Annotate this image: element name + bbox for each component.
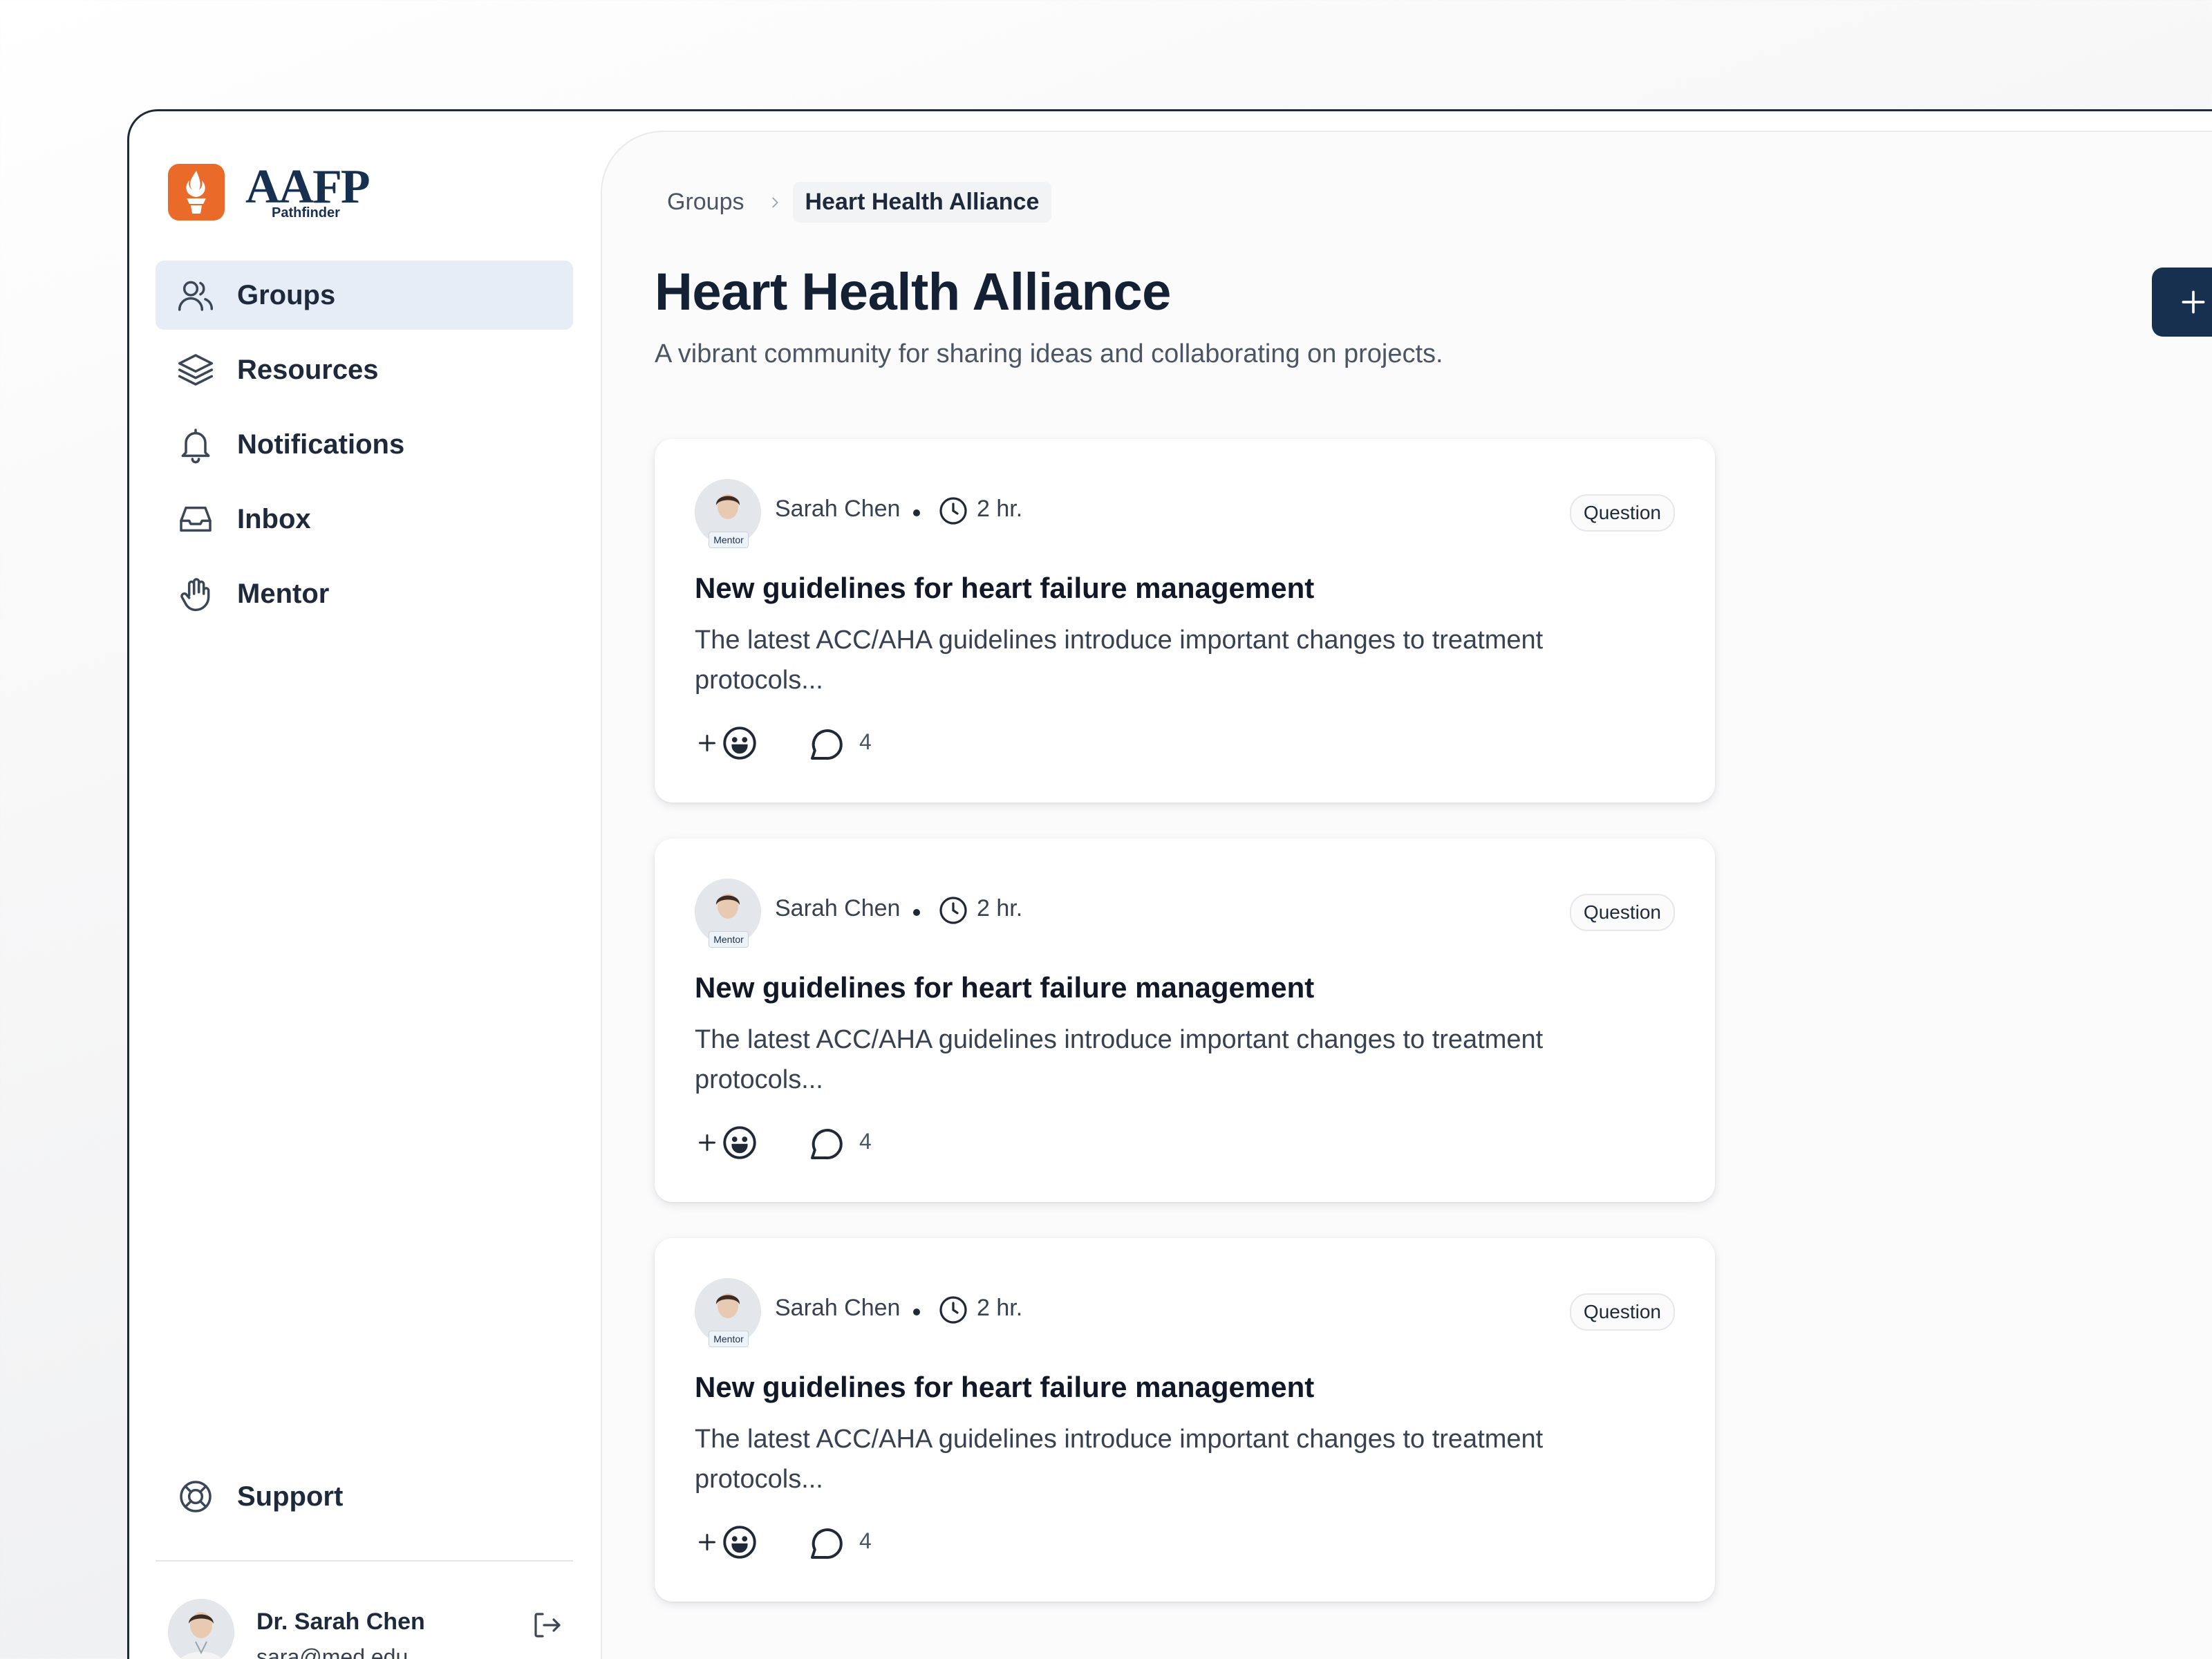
breadcrumb-groups-link[interactable]: Groups	[655, 182, 757, 223]
sidebar-item-label: Mentor	[237, 578, 330, 609]
post-author[interactable]: Sarah Chen	[775, 496, 900, 523]
clock-icon	[937, 1293, 970, 1327]
post-title[interactable]: New guidelines for heart failure managem…	[695, 971, 1314, 1004]
post-time: 2 hr.	[977, 895, 1023, 921]
post-author[interactable]: Sarah Chen	[775, 1295, 900, 1322]
lifebuoy-icon	[176, 1477, 215, 1516]
breadcrumb-current: Heart Health Alliance	[792, 182, 1052, 223]
torch-logo-icon	[168, 164, 225, 221]
sidebar-item-resources[interactable]: Resources	[156, 335, 573, 404]
user-email: sara@med.edu	[256, 1644, 409, 1659]
post-category-tag: Question	[1569, 494, 1675, 532]
plus-icon	[699, 735, 715, 751]
logout-icon[interactable]	[527, 1606, 566, 1644]
page-title: Heart Health Alliance	[655, 263, 1171, 321]
brand-logo[interactable]: AAFP Pathfinder	[168, 160, 371, 221]
add-reaction-button[interactable]	[695, 1122, 760, 1163]
sidebar-item-label: Resources	[237, 354, 379, 385]
clock-icon	[937, 894, 970, 927]
plus-icon	[699, 1134, 715, 1151]
smiley-icon	[723, 1126, 756, 1159]
post-excerpt: The latest ACC/AHA guidelines introduce …	[695, 626, 1544, 695]
sidebar-item-inbox[interactable]: Inbox	[156, 485, 573, 554]
post-title[interactable]: New guidelines for heart failure managem…	[695, 1371, 1314, 1404]
sidebar-item-label: Support	[237, 1481, 344, 1512]
add-reaction-button[interactable]	[695, 1521, 760, 1563]
post-card[interactable]: Mentor Sarah Chen 2 hr. Question New gui…	[655, 439, 1715, 803]
post-excerpt: The latest ACC/AHA guidelines introduce …	[695, 1025, 1544, 1094]
brand-subtitle: Pathfinder	[272, 205, 340, 221]
post-category-tag: Question	[1569, 894, 1675, 931]
comment-icon[interactable]	[805, 724, 847, 765]
comment-count: 4	[859, 1129, 872, 1154]
post-list: Mentor Sarah Chen 2 hr. Question New gui…	[655, 439, 1715, 1638]
comment-count: 4	[859, 729, 872, 754]
plus-icon	[699, 1534, 715, 1550]
chevron-right-icon	[767, 194, 783, 211]
post-author[interactable]: Sarah Chen	[775, 895, 900, 922]
comment-icon[interactable]	[805, 1123, 847, 1165]
hand-icon	[176, 574, 215, 613]
post-category-tag: Question	[1569, 1293, 1675, 1331]
post-excerpt: The latest ACC/AHA guidelines introduce …	[695, 1425, 1544, 1494]
main-content: Groups Heart Health Alliance Heart Healt…	[601, 131, 2212, 1659]
post-title[interactable]: New guidelines for heart failure managem…	[695, 572, 1314, 605]
comment-icon[interactable]	[805, 1523, 847, 1564]
mentor-badge: Mentor	[709, 931, 749, 948]
plus-icon	[2182, 290, 2205, 314]
comment-count: 4	[859, 1528, 872, 1553]
sidebar-item-notifications[interactable]: Notifications	[156, 410, 573, 479]
layers-icon	[176, 350, 215, 389]
sidebar: AAFP Pathfinder Groups Resources Notific…	[129, 111, 601, 1659]
smiley-icon	[723, 1526, 756, 1559]
sidebar-divider	[156, 1560, 573, 1562]
mentor-badge: Mentor	[709, 532, 749, 548]
bell-icon	[176, 425, 215, 464]
user-profile[interactable]: Dr. Sarah Chen sara@med.edu	[168, 1599, 569, 1659]
post-card[interactable]: Mentor Sarah Chen 2 hr. Question New gui…	[655, 838, 1715, 1202]
sidebar-item-label: Notifications	[237, 429, 405, 460]
add-post-button[interactable]	[2152, 268, 2212, 337]
sidebar-item-label: Groups	[237, 279, 336, 310]
page-description: A vibrant community for sharing ideas an…	[655, 339, 1443, 368]
sidebar-support: Support	[156, 1462, 573, 1537]
separator-dot	[913, 909, 920, 916]
inbox-icon	[176, 500, 215, 538]
clock-icon	[937, 494, 970, 527]
sidebar-item-label: Inbox	[237, 503, 311, 534]
separator-dot	[913, 1309, 920, 1315]
sidebar-item-groups[interactable]: Groups	[156, 261, 573, 330]
sidebar-nav: Groups Resources Notifications Inbox Men…	[156, 261, 573, 634]
post-time: 2 hr.	[977, 1295, 1023, 1321]
avatar	[168, 1599, 234, 1659]
smiley-icon	[723, 727, 756, 760]
separator-dot	[913, 509, 920, 516]
users-icon	[176, 276, 215, 315]
post-time: 2 hr.	[977, 496, 1023, 522]
add-reaction-button[interactable]	[695, 722, 760, 764]
breadcrumb: Groups Heart Health Alliance	[655, 182, 1052, 223]
post-card[interactable]: Mentor Sarah Chen 2 hr. Question New gui…	[655, 1238, 1715, 1602]
sidebar-item-support[interactable]: Support	[156, 1462, 573, 1531]
app-window: AAFP Pathfinder Groups Resources Notific…	[127, 109, 2212, 1659]
user-name: Dr. Sarah Chen	[256, 1609, 425, 1635]
sidebar-item-mentor[interactable]: Mentor	[156, 559, 573, 628]
mentor-badge: Mentor	[709, 1331, 749, 1347]
